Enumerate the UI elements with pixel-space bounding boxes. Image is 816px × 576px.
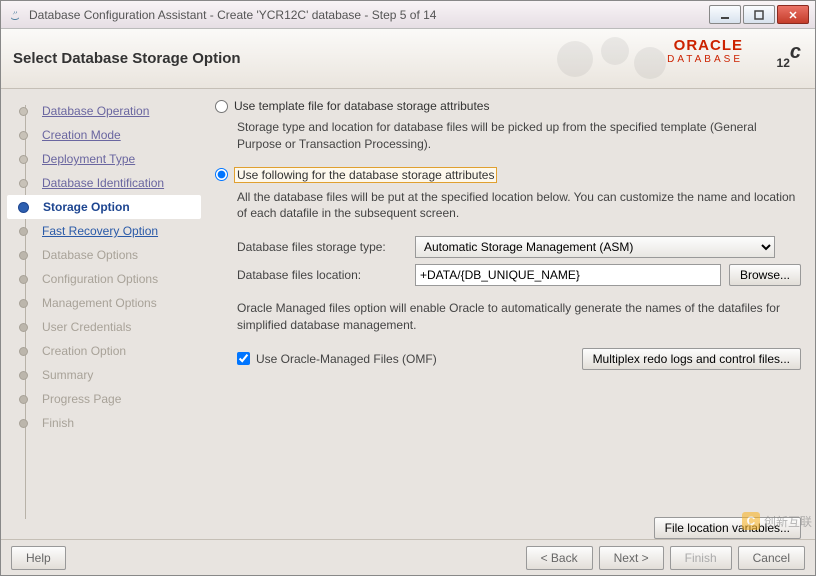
omf-row[interactable]: Use Oracle-Managed Files (OMF) Multiplex… [237,348,801,370]
cancel-button[interactable]: Cancel [738,546,805,570]
storage-type-label: Database files storage type: [237,240,407,254]
sidebar-step-10: Creation Option [7,339,201,363]
footer: Help < Back Next > Finish Cancel [1,539,815,575]
step-dot-icon [19,299,28,308]
sidebar-step-0[interactable]: Database Operation [7,99,201,123]
step-dot-icon [19,227,28,236]
step-dot-icon [18,202,29,213]
step-dot-icon [19,107,28,116]
page-title: Select Database Storage Option [13,50,241,67]
sidebar-step-11: Summary [7,363,201,387]
next-button[interactable]: Next > [599,546,664,570]
location-input[interactable] [415,264,721,286]
back-button[interactable]: < Back [526,546,593,570]
storage-type-select[interactable]: Automatic Storage Management (ASM) [415,236,775,258]
sidebar-step-5[interactable]: Fast Recovery Option [7,219,201,243]
sidebar-step-8: Management Options [7,291,201,315]
step-label: Database Options [42,248,138,262]
option-following-label: Use following for the database storage a… [234,167,497,183]
maximize-button[interactable] [743,5,775,24]
step-dot-icon [19,371,28,380]
sidebar-step-1[interactable]: Creation Mode [7,123,201,147]
step-dot-icon [19,155,28,164]
brand-database: DATABASE [667,54,743,65]
step-dot-icon [19,251,28,260]
multiplex-button[interactable]: Multiplex redo logs and control files... [582,348,801,370]
step-label: Deployment Type [42,152,135,166]
step-label: Management Options [42,296,157,310]
step-dot-icon [19,131,28,140]
help-button[interactable]: Help [11,546,66,570]
step-dot-icon [19,275,28,284]
titlebar: Database Configuration Assistant - Creat… [1,1,815,29]
option-template-label: Use template file for database storage a… [234,99,489,113]
step-label: Database Operation [42,104,149,118]
brand-oracle: ORACLE [667,37,743,54]
main-panel: Use template file for database storage a… [201,89,815,539]
step-label: Fast Recovery Option [42,224,158,238]
finish-button[interactable]: Finish [670,546,732,570]
sidebar-step-13: Finish [7,411,201,435]
step-dot-icon [19,419,28,428]
body: Database Operation Creation Mode Deploymen… [1,89,815,539]
window-title: Database Configuration Assistant - Creat… [29,8,709,22]
location-label: Database files location: [237,268,407,282]
step-dot-icon [19,347,28,356]
sidebar-step-12: Progress Page [7,387,201,411]
location-row: Database files location: Browse... [237,264,801,286]
close-button[interactable] [777,5,809,24]
option-template-radio[interactable] [215,100,228,113]
omf-desc: Oracle Managed files option will enable … [237,300,801,334]
omf-label: Use Oracle-Managed Files (OMF) [256,352,437,366]
step-label: Finish [42,416,74,430]
step-label: Summary [42,368,93,382]
sidebar-step-2[interactable]: Deployment Type [7,147,201,171]
option-template-desc: Storage type and location for database f… [237,119,801,153]
step-label: Progress Page [42,392,121,406]
omf-checkbox[interactable] [237,352,250,365]
step-label: Configuration Options [42,272,158,286]
java-icon [7,7,23,23]
step-label: Database Identification [42,176,164,190]
option-following-row[interactable]: Use following for the database storage a… [215,167,801,183]
watermark-icon: C [742,512,760,530]
watermark: C 创新互联 [742,512,812,530]
step-label: User Credentials [42,320,131,334]
sidebar: Database Operation Creation Mode Deploymen… [1,89,201,539]
gears-decoration [545,31,685,90]
header: Select Database Storage Option ORACLE DA… [1,29,815,89]
brand: ORACLE DATABASE [667,37,743,65]
sidebar-step-9: User Credentials [7,315,201,339]
option-following-desc: All the database files will be put at th… [237,189,801,223]
step-label: Creation Mode [42,128,121,142]
storage-type-row: Database files storage type: Automatic S… [237,236,801,258]
option-template-row[interactable]: Use template file for database storage a… [215,99,801,113]
brand-version: 12c [777,41,801,75]
sidebar-step-4: Storage Option [7,195,201,219]
sidebar-step-7: Configuration Options [7,267,201,291]
window-controls [709,5,809,24]
step-label: Storage Option [43,200,130,214]
sidebar-step-3[interactable]: Database Identification [7,171,201,195]
minimize-button[interactable] [709,5,741,24]
step-dot-icon [19,179,28,188]
option-following-radio[interactable] [215,168,228,181]
step-label: Creation Option [42,344,126,358]
browse-button[interactable]: Browse... [729,264,801,286]
sidebar-step-6: Database Options [7,243,201,267]
step-dot-icon [19,323,28,332]
step-dot-icon [19,395,28,404]
